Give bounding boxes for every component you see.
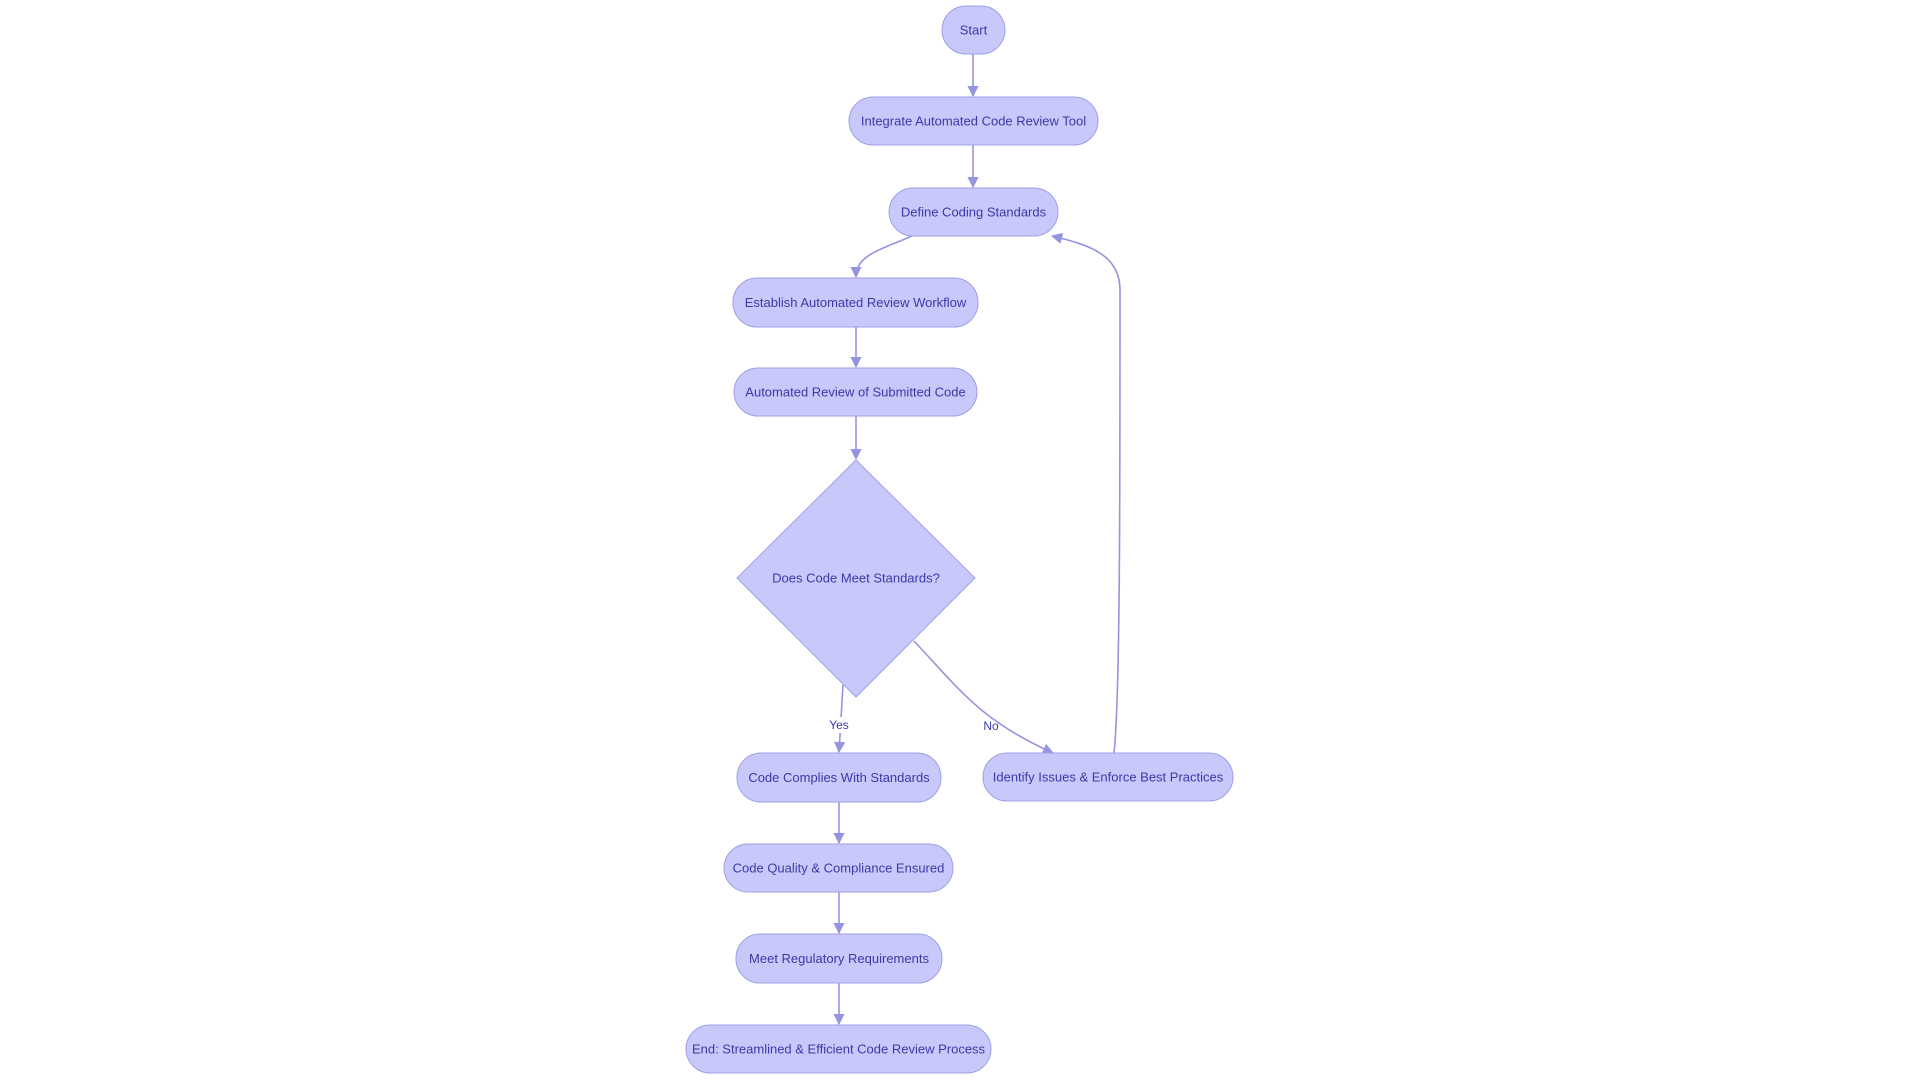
edge-identify-to-define xyxy=(1050,232,1121,754)
svg-text:Identify Issues & Enforce Best: Identify Issues & Enforce Best Practices xyxy=(993,770,1224,785)
edge-define-to-establish xyxy=(850,235,913,279)
node-integrate[interactable]: Integrate Automated Code Review Tool xyxy=(848,96,1099,146)
svg-text:No: No xyxy=(983,719,999,733)
svg-text:Integrate Automated Code Revie: Integrate Automated Code Review Tool xyxy=(861,114,1086,129)
svg-text:End: Streamlined & Efficient C: End: Streamlined & Efficient Code Review… xyxy=(692,1042,986,1057)
edge-label-yes: Yes xyxy=(826,717,852,733)
node-complies[interactable]: Code Complies With Standards xyxy=(736,752,942,803)
node-start[interactable]: Start xyxy=(941,5,1006,55)
node-quality[interactable]: Code Quality & Compliance Ensured xyxy=(723,843,954,893)
svg-text:Define Coding Standards: Define Coding Standards xyxy=(901,205,1047,220)
node-identify[interactable]: Identify Issues & Enforce Best Practices xyxy=(982,752,1234,802)
svg-text:Yes: Yes xyxy=(829,718,849,732)
svg-text:Automated Review of Submitted: Automated Review of Submitted Code xyxy=(745,385,965,400)
node-define[interactable]: Define Coding Standards xyxy=(888,187,1059,237)
node-decision[interactable]: Does Code Meet Standards? xyxy=(736,459,976,698)
node-review[interactable]: Automated Review of Submitted Code xyxy=(733,367,978,417)
edge-label-no: No xyxy=(983,719,999,733)
node-end[interactable]: End: Streamlined & Efficient Code Review… xyxy=(685,1024,992,1074)
svg-text:Code Quality & Compliance Ensu: Code Quality & Compliance Ensured xyxy=(733,861,945,876)
node-regulatory[interactable]: Meet Regulatory Requirements xyxy=(735,933,943,984)
svg-text:Does Code Meet Standards?: Does Code Meet Standards? xyxy=(772,571,940,586)
svg-text:Meet Regulatory Requirements: Meet Regulatory Requirements xyxy=(749,951,929,966)
flowchart: Yes No Start Integrate Automated Code Re… xyxy=(685,5,1234,1074)
edge-decision-to-identify xyxy=(913,640,1055,754)
svg-text:Establish Automated Review Wor: Establish Automated Review Workflow xyxy=(745,295,967,310)
svg-text:Start: Start xyxy=(960,23,988,38)
node-establish[interactable]: Establish Automated Review Workflow xyxy=(732,277,979,328)
svg-text:Code Complies With Standards: Code Complies With Standards xyxy=(748,770,930,785)
